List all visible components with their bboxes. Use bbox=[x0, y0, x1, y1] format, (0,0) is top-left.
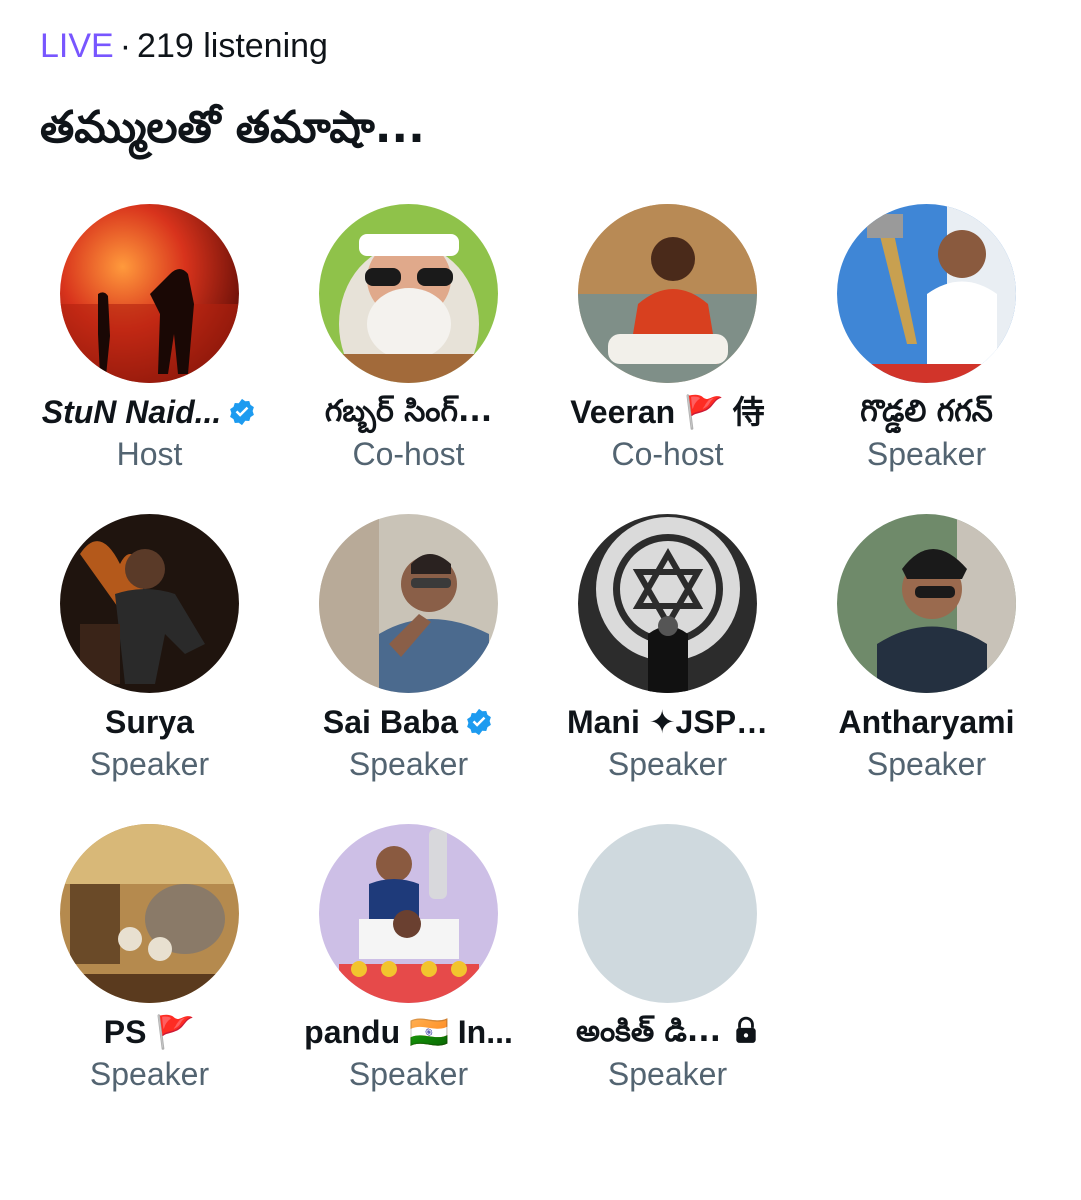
participant-role: Co-host bbox=[352, 436, 465, 472]
flag-emoji: 🇮🇳 bbox=[409, 1014, 449, 1050]
participant-role: Speaker bbox=[348, 746, 469, 782]
participant-role: Speaker bbox=[866, 436, 987, 472]
avatar[interactable] bbox=[578, 204, 757, 383]
participant-name: PS 🚩 bbox=[20, 1010, 279, 1054]
space-title: తమ్ములతో తమాషా... bbox=[40, 102, 425, 153]
participant-role: Co-host bbox=[611, 436, 724, 472]
lock-icon bbox=[736, 1016, 756, 1043]
avatar[interactable] bbox=[319, 514, 498, 693]
participant-role: Host bbox=[116, 436, 183, 472]
participant-name: Mani ✦JSP… bbox=[566, 704, 769, 740]
participant-role: Speaker bbox=[866, 746, 987, 782]
verified-badge-icon bbox=[467, 708, 491, 736]
space-status: LIVE · 219 listening bbox=[40, 26, 328, 66]
participant-cohost[interactable]: Veeran 🚩 侍 Co-host bbox=[538, 204, 797, 494]
participant-speaker[interactable]: అంకిత్ డి... Speaker bbox=[538, 824, 797, 1114]
participant-name: pandu 🇮🇳 In... bbox=[279, 1010, 538, 1054]
avatar[interactable] bbox=[837, 514, 1016, 693]
participant-role: Speaker bbox=[89, 746, 210, 782]
participant-name: Antharyami bbox=[838, 704, 1015, 740]
participant-speaker[interactable]: pandu 🇮🇳 In... Speaker bbox=[279, 824, 538, 1114]
participant-cohost[interactable]: గబ్బర్ సింగ్... Co-host bbox=[279, 204, 538, 494]
avatar[interactable] bbox=[837, 204, 1016, 383]
participant-role: Speaker bbox=[348, 1056, 469, 1092]
avatar[interactable] bbox=[60, 824, 239, 1003]
participant-speaker[interactable]: Antharyami Speaker bbox=[797, 514, 1056, 804]
status-separator: · bbox=[119, 27, 132, 65]
participant-speaker[interactable]: గొడ్డలి గగన్ Speaker bbox=[797, 204, 1056, 494]
participant-name: గబ్బర్ సింగ్... bbox=[324, 394, 493, 429]
participant-speaker[interactable]: Surya Speaker bbox=[20, 514, 279, 804]
avatar[interactable] bbox=[578, 514, 757, 693]
name-suffix: 侍 bbox=[732, 394, 765, 430]
flag-emoji: 🚩 bbox=[155, 1014, 196, 1050]
participant-name: Sai Baba bbox=[279, 700, 538, 744]
participant-role: Speaker bbox=[89, 1056, 210, 1092]
listener-count: 219 listening bbox=[137, 27, 328, 65]
participant-host[interactable]: StuN Naid... Host bbox=[20, 204, 279, 494]
participant-name: అంకిత్ డి... bbox=[538, 1010, 797, 1054]
flag-emoji: 🚩 bbox=[684, 394, 724, 430]
avatar-placeholder[interactable] bbox=[578, 824, 757, 1003]
avatar[interactable] bbox=[60, 204, 239, 383]
participant-role: Speaker bbox=[607, 1056, 728, 1092]
verified-badge-icon bbox=[230, 398, 255, 426]
avatar[interactable] bbox=[319, 824, 498, 1003]
participant-speaker[interactable]: Sai Baba Speaker bbox=[279, 514, 538, 804]
participant-name: Veeran 🚩 侍 bbox=[538, 390, 797, 434]
participant-name: StuN Naid... bbox=[20, 390, 279, 434]
participant-speaker[interactable]: PS 🚩 Speaker bbox=[20, 824, 279, 1114]
participant-speaker[interactable]: Mani ✦JSP… Speaker bbox=[538, 514, 797, 804]
participant-name: Surya bbox=[105, 704, 194, 740]
avatar[interactable] bbox=[60, 514, 239, 693]
participant-role: Speaker bbox=[607, 746, 728, 782]
name-suffix: In... bbox=[457, 1014, 513, 1050]
avatar[interactable] bbox=[319, 204, 498, 383]
participant-name: గొడ్డలి గగన్ bbox=[860, 394, 993, 429]
live-label: LIVE bbox=[40, 27, 114, 65]
space-participants-panel: LIVE · 219 listening తమ్ములతో తమాషా... Stu… bbox=[0, 0, 1081, 1200]
